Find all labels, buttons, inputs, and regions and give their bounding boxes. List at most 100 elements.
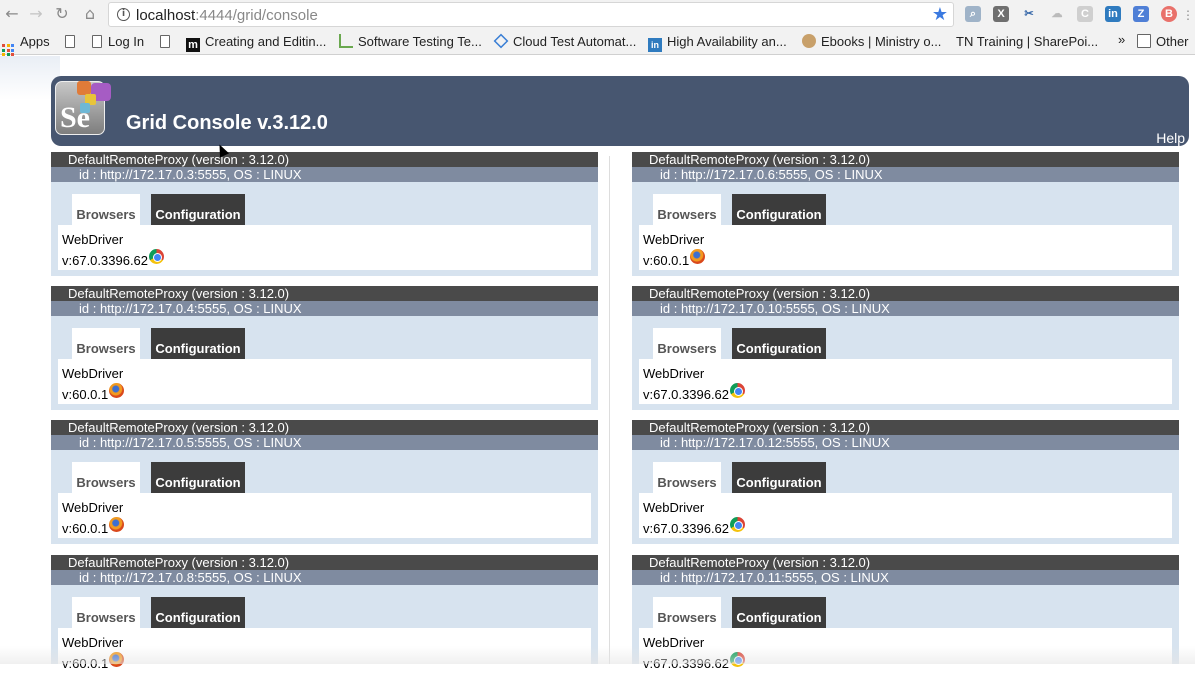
selenium-logo: Se [55,81,113,139]
page-icon [160,35,170,48]
info-icon[interactable]: i [117,8,130,21]
tab-configuration[interactable]: Configuration [151,597,245,629]
browser-entry[interactable]: v:60.0.1 [62,383,591,404]
tab-browsers[interactable]: Browsers [72,462,140,494]
browser-version: v:60.0.1 [62,521,109,536]
bookmark-label: Ebooks | Ministry o... [821,34,942,49]
browser-version: v:67.0.3396.62 [62,253,149,268]
bookmark-apps[interactable]: Apps [2,34,50,56]
bookmark-tn-training[interactable]: TN Training | SharePoi... [956,34,1098,49]
tab-browsers[interactable]: Browsers [72,597,140,629]
tab-browsers[interactable]: Browsers [653,597,721,629]
tab-configuration[interactable]: Configuration [732,462,826,494]
firefox-icon[interactable] [109,517,125,532]
bookmark-label: Log In [108,34,145,49]
bookmark-ebooks[interactable]: Ebooks | Ministry o... [802,34,941,49]
chart-icon [339,34,353,48]
bookmark-creating-editing[interactable]: m Creating and Editin... [186,34,326,52]
browser-entry[interactable]: v:67.0.3396.62 [643,517,1172,538]
bookmark-blank-1[interactable] [65,34,81,49]
diamond-icon [493,33,509,49]
linkedin-extension-icon[interactable]: in [1105,6,1121,22]
tab-configuration[interactable]: Configuration [151,194,245,226]
tab-configuration[interactable]: Configuration [732,597,826,629]
tab-browsers[interactable]: Browsers [653,194,721,226]
column-divider [609,156,610,664]
bookmark-software-testing[interactable]: Software Testing Te... [339,34,482,49]
proxy-title: DefaultRemoteProxy (version : 3.12.0) [51,286,598,301]
extension-tools-icon[interactable]: ✂ [1021,6,1037,22]
extension-c-icon[interactable]: C [1077,6,1093,22]
firefox-icon[interactable] [690,249,706,264]
browser-list: WebDriver v:60.0.1 [58,493,591,538]
chrome-icon[interactable] [730,517,746,532]
page-icon [65,35,75,48]
proxy-id: id : http://172.17.0.3:5555, OS : LINUX [51,167,598,182]
url-host: localhost [136,7,196,24]
proxy-card: DefaultRemoteProxy (version : 3.12.0) id… [51,420,598,544]
proxy-title: DefaultRemoteProxy (version : 3.12.0) [51,555,598,570]
bookmark-high-availability[interactable]: in High Availability an... [648,34,787,52]
help-link[interactable]: Help [1156,130,1185,146]
tab-browsers[interactable]: Browsers [72,194,140,226]
reload-icon[interactable]: ↻ [52,4,72,24]
bookmark-label: High Availability an... [667,34,787,49]
bookmark-star-icon[interactable]: ★ [932,4,948,25]
proxy-title: DefaultRemoteProxy (version : 3.12.0) [632,555,1179,570]
tab-browsers[interactable]: Browsers [72,328,140,360]
url-text[interactable]: localhost:4444/grid/console [136,7,318,24]
forward-arrow-icon[interactable]: → [26,4,46,24]
browser-entry[interactable]: v:60.0.1 [643,249,1172,270]
extension-x-icon[interactable]: X [993,6,1009,22]
extension-z-icon[interactable]: Z [1133,6,1149,22]
browser-entry[interactable]: v:60.0.1 [62,517,591,538]
page-icon [92,35,102,48]
chrome-icon[interactable] [149,249,165,264]
browser-version: v:60.0.1 [643,253,690,268]
browser-list: WebDriver v:67.0.3396.62 [58,225,591,270]
browser-list: WebDriver v:67.0.3396.62 [639,493,1172,538]
firefox-icon[interactable] [109,383,125,398]
extension-cloud-icon[interactable]: ☁ [1049,6,1065,22]
bookmark-label: TN Training | SharePoi... [956,34,1099,49]
tab-browsers[interactable]: Browsers [653,462,721,494]
driver-name: WebDriver [62,500,124,515]
proxy-id: id : http://172.17.0.6:5555, OS : LINUX [632,167,1179,182]
chrome-icon[interactable] [730,383,746,398]
ebooks-icon [802,34,816,48]
driver-name: WebDriver [643,500,705,515]
bottom-fade [0,646,1195,664]
bookmark-blank-2[interactable] [160,34,176,49]
back-arrow-icon[interactable]: ← [2,4,22,24]
proxy-id: id : http://172.17.0.12:5555, OS : LINUX [632,435,1179,450]
browser-entry[interactable]: v:67.0.3396.62 [62,249,591,270]
tab-configuration[interactable]: Configuration [151,462,245,494]
proxy-id: id : http://172.17.0.4:5555, OS : LINUX [51,301,598,316]
bookmark-other[interactable]: Other [1137,34,1189,49]
driver-name: WebDriver [62,232,124,247]
bookmark-label: Cloud Test Automat... [513,34,637,49]
extension-profile-icon[interactable]: B [1161,6,1177,22]
browser-list: WebDriver v:60.0.1 [639,225,1172,270]
bookmark-label: Software Testing Te... [358,34,482,49]
address-bar[interactable]: i localhost:4444/grid/console ★ [108,2,954,27]
folder-icon [1137,34,1151,48]
driver-name: WebDriver [643,366,705,381]
extension-search-icon[interactable]: ⌕ [965,6,981,22]
tab-configuration[interactable]: Configuration [732,328,826,360]
medium-m-icon: m [186,38,200,52]
tab-configuration[interactable]: Configuration [151,328,245,360]
browser-entry[interactable]: v:67.0.3396.62 [643,383,1172,404]
browser-list: WebDriver v:60.0.1 [58,359,591,404]
bookmark-label: Creating and Editin... [205,34,327,49]
url-path: :4444/grid/console [195,7,318,24]
proxy-card: DefaultRemoteProxy (version : 3.12.0) id… [51,286,598,410]
proxy-title: DefaultRemoteProxy (version : 3.12.0) [51,152,598,167]
bookmarks-overflow-chevron[interactable]: » [1118,32,1125,47]
home-icon[interactable]: ⌂ [80,4,100,24]
bookmark-cloud-test[interactable]: Cloud Test Automat... [493,33,637,49]
tab-browsers[interactable]: Browsers [653,328,721,360]
menu-icon[interactable]: ⋮ [1178,5,1195,25]
tab-configuration[interactable]: Configuration [732,194,826,226]
bookmark-log-in[interactable]: Log In [92,34,144,49]
